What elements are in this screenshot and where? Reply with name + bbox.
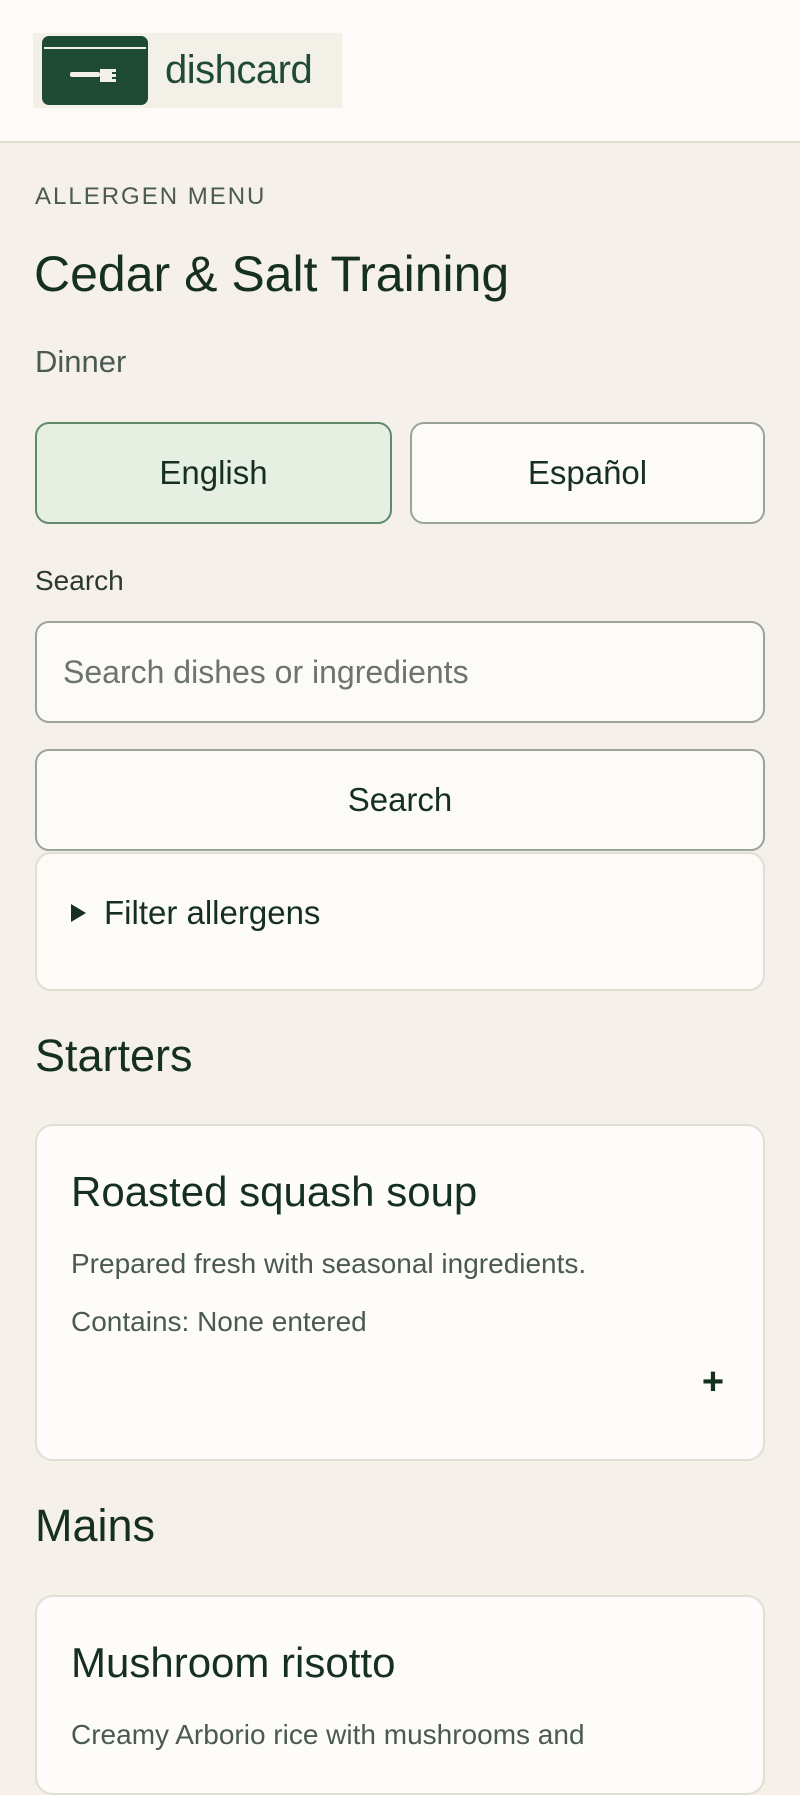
dish-description: Prepared fresh with seasonal ingredients… xyxy=(71,1248,587,1279)
filter-allergens-panel[interactable]: Filter allergens xyxy=(35,852,765,991)
page-title: Cedar & Salt Training xyxy=(34,246,510,302)
dish-allergens: Contains: None entered xyxy=(71,1306,367,1337)
filter-allergens-toggle[interactable]: Filter allergens xyxy=(71,894,320,932)
search-button[interactable]: Search xyxy=(35,749,765,851)
menu-eyebrow: ALLERGEN MENU xyxy=(35,183,267,210)
dish-name: Roasted squash soup xyxy=(71,1168,478,1215)
service-name: Dinner xyxy=(35,344,127,379)
search-input[interactable] xyxy=(35,621,765,723)
plate-fork-icon xyxy=(42,36,148,105)
dish-description: Creamy Arborio rice with mushrooms and xyxy=(71,1719,585,1750)
brand-logo[interactable]: dishcard xyxy=(33,33,342,108)
dish-card: Roasted squash soup Prepared fresh with … xyxy=(35,1124,765,1461)
section-heading-starters: Starters xyxy=(35,1030,193,1081)
expand-dish-button[interactable]: + xyxy=(695,1361,731,1403)
filter-allergens-label: Filter allergens xyxy=(104,894,321,931)
brand-name: dishcard xyxy=(165,48,313,92)
language-english-button[interactable]: English xyxy=(35,422,392,524)
disclosure-triangle-icon xyxy=(71,904,86,922)
search-label: Search xyxy=(35,565,124,596)
dish-name: Mushroom risotto xyxy=(71,1639,396,1686)
dish-card: Mushroom risotto Creamy Arborio rice wit… xyxy=(35,1595,765,1795)
language-spanish-button[interactable]: Español xyxy=(410,422,765,524)
app-header: dishcard xyxy=(0,0,800,143)
section-heading-mains: Mains xyxy=(35,1500,156,1551)
